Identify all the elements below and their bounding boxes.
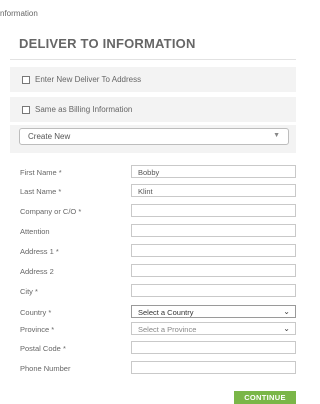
attention-label: Attention	[20, 227, 50, 236]
postal-code-input[interactable]	[131, 341, 296, 354]
caret-down-icon: ▼	[273, 132, 280, 139]
postal-code-label: Postal Code *	[20, 344, 66, 353]
address1-input[interactable]	[131, 244, 296, 257]
phone-number-input[interactable]	[131, 361, 296, 374]
saved-address-select-value: Create New	[28, 132, 71, 141]
first-name-label: First Name *	[20, 168, 62, 177]
company-label: Company or C/O *	[20, 207, 82, 216]
saved-address-select[interactable]: Create New ▼	[19, 128, 289, 145]
same-as-billing-label: Same as Billing Information	[35, 105, 133, 114]
same-as-billing-option[interactable]: Same as Billing Information	[22, 105, 132, 114]
enter-new-address-checkbox[interactable]	[22, 75, 30, 84]
same-as-billing-checkbox[interactable]	[22, 105, 30, 114]
country-select-value: Select a Country	[138, 308, 194, 317]
attention-input[interactable]	[131, 224, 296, 237]
page-title: DELIVER TO INFORMATION	[19, 36, 196, 51]
province-select-value: Select a Province	[138, 325, 197, 334]
enter-new-address-label: Enter New Deliver To Address	[35, 75, 142, 84]
address2-label: Address 2	[20, 267, 54, 276]
phone-number-label: Phone Number	[20, 364, 71, 373]
breadcrumb: nformation	[0, 9, 38, 18]
country-select[interactable]: Select a Country ⌄	[131, 305, 296, 318]
first-name-input[interactable]: Bobby	[131, 165, 296, 178]
continue-button[interactable]: CONTINUE	[234, 391, 296, 404]
address2-input[interactable]	[131, 264, 296, 277]
province-label: Province *	[20, 325, 55, 334]
country-label: Country *	[20, 308, 52, 317]
last-name-label: Last Name *	[20, 187, 62, 196]
last-name-input[interactable]: Klint	[131, 184, 296, 197]
chevron-down-icon: ⌄	[283, 307, 290, 316]
company-input[interactable]	[131, 204, 296, 217]
enter-new-address-option[interactable]: Enter New Deliver To Address	[22, 75, 141, 84]
city-label: City *	[20, 287, 38, 296]
title-divider	[10, 59, 296, 60]
city-input[interactable]	[131, 284, 296, 297]
chevron-down-icon: ⌄	[283, 324, 290, 333]
address1-label: Address 1 *	[20, 247, 59, 256]
province-select[interactable]: Select a Province ⌄	[131, 322, 296, 335]
